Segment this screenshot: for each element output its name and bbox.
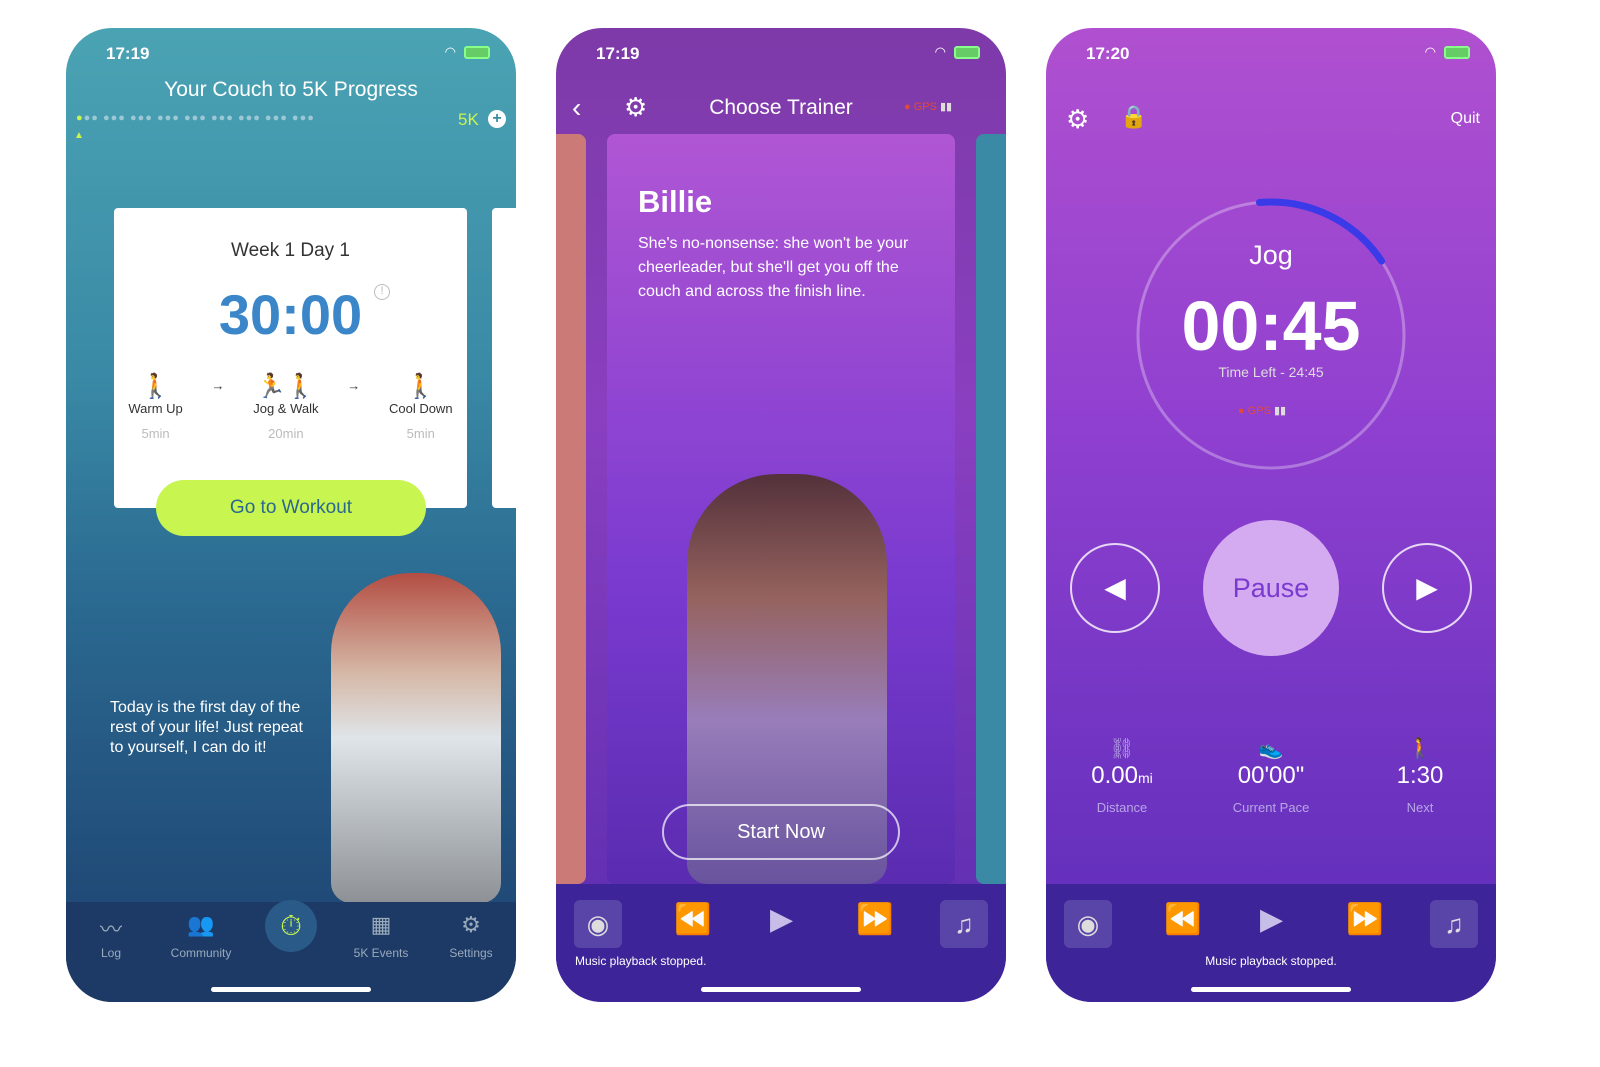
wifi-icon: ◠ bbox=[934, 44, 946, 59]
add-icon[interactable]: + bbox=[488, 110, 506, 128]
step-jog-walk: 🏃🚶 Jog & Walk 20min bbox=[253, 373, 319, 441]
stopwatch-icon: ⏱ bbox=[265, 900, 317, 952]
disc-icon[interactable]: ◉ bbox=[1064, 900, 1112, 948]
goal-label: 5K bbox=[458, 110, 479, 129]
fast-forward-button[interactable]: ⏩ bbox=[1346, 902, 1383, 937]
arrow-icon: → bbox=[211, 378, 225, 393]
people-icon: 👥 bbox=[187, 912, 215, 937]
chart-line-icon: 〰 bbox=[99, 917, 122, 942]
shoe-icon: 👟 bbox=[1258, 738, 1284, 760]
status-time: 17:19 bbox=[106, 44, 150, 63]
choose-trainer-screen: 17:19 ◠ ‹ ⚙ Choose Trainer ● GPS ▮▮ Bill… bbox=[556, 28, 1006, 1002]
next-trainer-card[interactable] bbox=[976, 134, 1006, 884]
home-indicator bbox=[1191, 987, 1351, 992]
stat-next: 🚶 1:30 Next bbox=[1350, 736, 1490, 815]
play-button[interactable]: ▶ bbox=[1260, 902, 1283, 937]
walker-snow-icon: 🚶 bbox=[405, 373, 436, 400]
wifi-icon: ◠ bbox=[444, 44, 456, 59]
previous-interval-button[interactable]: ◀ bbox=[1070, 543, 1160, 633]
gear-icon[interactable]: ⚙ bbox=[1066, 104, 1089, 135]
couch-to-5k-progress-screen: 17:19 ◠ Your Couch to 5K Progress ●●● ●●… bbox=[66, 28, 516, 1002]
workout-steps: 🚶 Warm Up 5min → 🏃🚶 Jog & Walk 20min → 🚶 Cool… bbox=[114, 372, 467, 441]
gear-icon: ⚙ bbox=[461, 912, 481, 937]
workout-duration: 30:00 bbox=[218, 283, 363, 346]
stats-row: ⛓ 0.00mi Distance 👟 00'00" Current Pace 🚶 1:3… bbox=[1046, 736, 1496, 815]
page-title: Your Couch to 5K Progress bbox=[164, 78, 418, 101]
home-indicator bbox=[701, 987, 861, 992]
status-icons: ◠ bbox=[445, 44, 490, 60]
tab-log[interactable]: 〰 Log bbox=[71, 912, 151, 1002]
runner-walker-icon: 🏃🚶 bbox=[255, 373, 316, 400]
status-icons: ◠ bbox=[935, 44, 980, 60]
info-icon[interactable]: ! bbox=[374, 284, 390, 300]
stat-distance: ⛓ 0.00mi Distance bbox=[1052, 736, 1192, 815]
rewind-button[interactable]: ⏪ bbox=[1164, 902, 1201, 937]
progress-dots: ●●● ●●● ●●● ●●● ●●● ●●● ●●● ●●● ●●● bbox=[76, 112, 315, 124]
rewind-button[interactable]: ⏪ bbox=[674, 902, 711, 937]
tab-settings[interactable]: ⚙ Settings bbox=[431, 912, 511, 1002]
pause-button[interactable]: Pause bbox=[1203, 520, 1339, 656]
disc-icon[interactable]: ◉ bbox=[574, 900, 622, 948]
music-status: Music playback stopped. bbox=[1205, 954, 1337, 968]
start-now-button[interactable]: Start Now bbox=[662, 804, 900, 860]
music-player: ◉ ⏪ ▶ ⏩ ♫ Music playback stopped. bbox=[556, 884, 1006, 1002]
fast-forward-button[interactable]: ⏩ bbox=[856, 902, 893, 937]
play-button[interactable]: ▶ bbox=[770, 902, 793, 937]
trainer-card[interactable]: Billie She's no-nonsense: she won't be y… bbox=[607, 134, 955, 884]
lock-icon[interactable]: 🔒 bbox=[1120, 104, 1147, 130]
workout-in-progress-screen: 17:20 ◠ ⚙ 🔒 Quit Jog 00:45 Time Left - 2… bbox=[1046, 28, 1496, 1002]
trainer-name: Billie bbox=[638, 184, 713, 219]
binoculars-icon: ⛓ bbox=[1109, 738, 1135, 760]
battery-icon bbox=[1444, 45, 1470, 59]
time-left-big: 00:45 bbox=[1181, 287, 1361, 365]
gps-indicator: ● GPS ▮▮ bbox=[1238, 405, 1287, 417]
motivational-quote: Today is the first day of the rest of yo… bbox=[110, 699, 303, 756]
walker-fire-icon: 🚶 bbox=[140, 373, 171, 400]
wifi-icon: ◠ bbox=[1424, 44, 1436, 59]
step-cool-down: 🚶 Cool Down 5min bbox=[388, 373, 453, 441]
arrow-icon: → bbox=[347, 378, 361, 393]
trainer-illustration bbox=[331, 573, 501, 903]
workout-day-title: Week 1 Day 1 bbox=[231, 240, 350, 261]
step-warm-up: 🚶 Warm Up 5min bbox=[128, 373, 183, 441]
quit-button[interactable]: Quit bbox=[1451, 110, 1480, 128]
next-interval-button[interactable]: ▶ bbox=[1382, 543, 1472, 633]
walking-icon: 🚶 bbox=[1407, 738, 1433, 760]
current-marker-icon: ▲ bbox=[74, 130, 84, 141]
trainer-description: She's no-nonsense: she won't be your che… bbox=[638, 235, 909, 300]
calendar-icon: ▦ bbox=[370, 912, 392, 937]
status-time: 17:19 bbox=[596, 44, 640, 63]
home-indicator bbox=[211, 987, 371, 992]
workout-card[interactable]: Week 1 Day 1 30:00 ! 🚶 Warm Up 5min → 🏃🚶 Jo… bbox=[114, 208, 467, 508]
playlist-icon[interactable]: ♫ bbox=[940, 900, 988, 948]
battery-icon bbox=[954, 45, 980, 59]
go-to-workout-button[interactable]: Go to Workout bbox=[156, 480, 426, 536]
activity-label: Jog bbox=[1249, 240, 1293, 270]
next-workout-card[interactable] bbox=[492, 208, 516, 508]
stat-current-pace: 👟 00'00" Current Pace bbox=[1201, 736, 1341, 815]
status-time: 17:20 bbox=[1086, 44, 1130, 63]
playlist-icon[interactable]: ♫ bbox=[1430, 900, 1478, 948]
status-icons: ◠ bbox=[1425, 44, 1470, 60]
gps-indicator: ● GPS ▮▮ bbox=[904, 101, 953, 113]
music-player: ◉ ⏪ ▶ ⏩ ♫ Music playback stopped. bbox=[1046, 884, 1496, 1002]
battery-icon bbox=[464, 45, 490, 59]
music-status: Music playback stopped. bbox=[575, 954, 707, 968]
time-left-label: Time Left - 24:45 bbox=[1218, 364, 1324, 380]
prev-trainer-card[interactable] bbox=[556, 134, 586, 884]
